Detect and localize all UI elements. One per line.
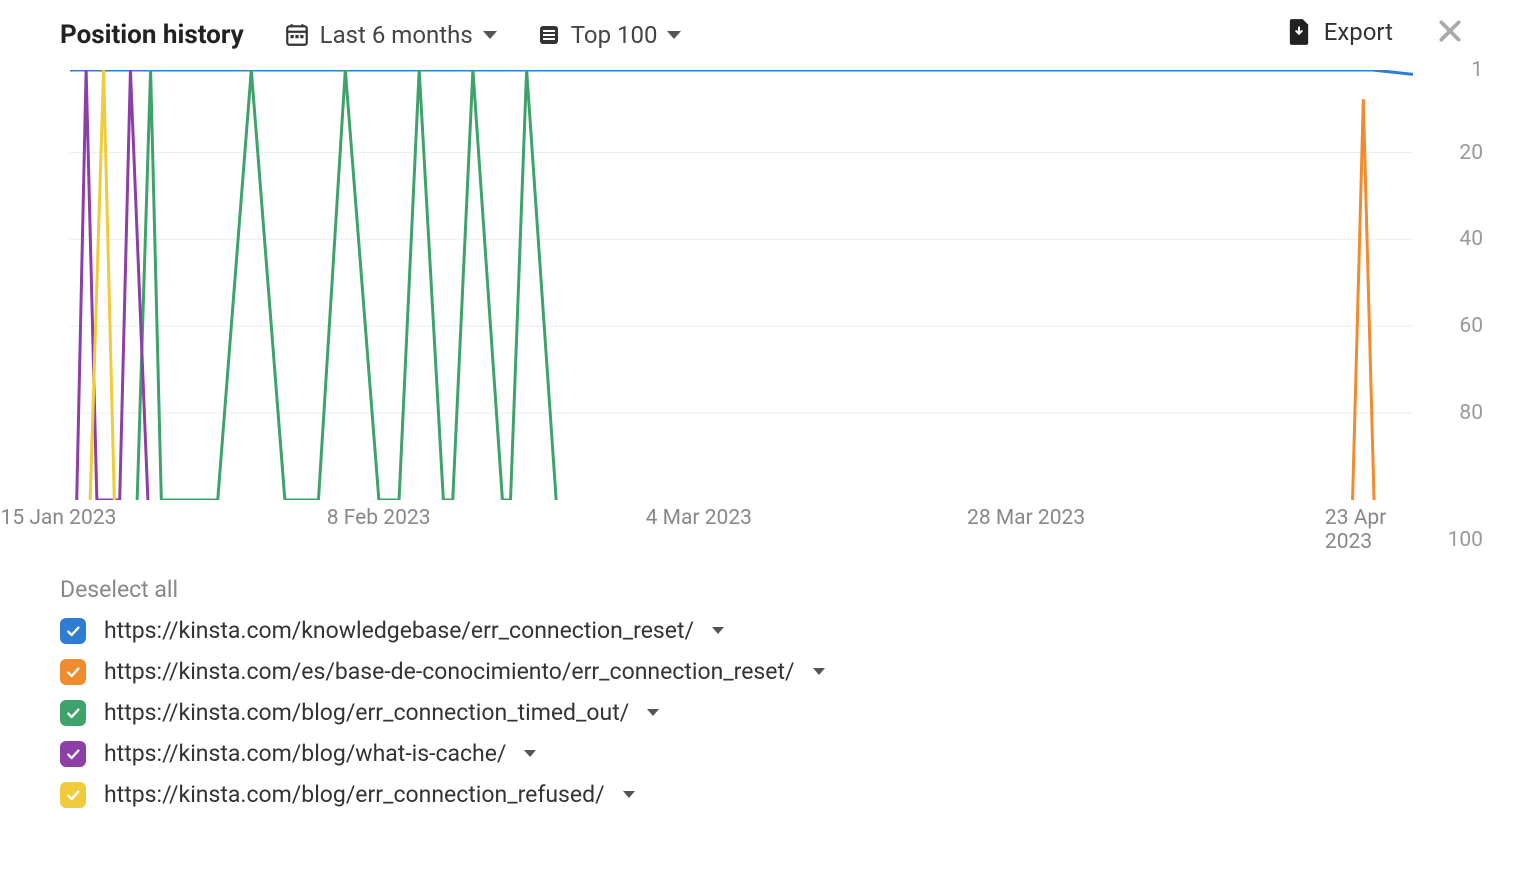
top-filter-label: Top 100 xyxy=(571,21,658,49)
y-axis-tick-100: 100 xyxy=(1448,528,1483,552)
list-icon xyxy=(537,23,561,47)
x-axis-tick: 15 Jan 2023 xyxy=(1,506,117,530)
date-range-label: Last 6 months xyxy=(320,21,473,49)
legend-checkbox[interactable] xyxy=(60,618,86,644)
download-file-icon xyxy=(1288,19,1310,45)
chevron-down-icon[interactable] xyxy=(623,791,635,798)
close-button[interactable] xyxy=(1437,18,1463,48)
legend-checkbox[interactable] xyxy=(60,782,86,808)
x-axis-labels: 15 Jan 20238 Feb 20234 Mar 202328 Mar 20… xyxy=(30,506,1453,536)
deselect-all-button[interactable]: Deselect all xyxy=(60,576,1513,603)
legend-item: https://kinsta.com/knowledgebase/err_con… xyxy=(60,617,1513,644)
legend-checkbox[interactable] xyxy=(60,700,86,726)
legend-item: https://kinsta.com/blog/err_connection_t… xyxy=(60,699,1513,726)
x-axis-tick: 4 Mar 2023 xyxy=(646,506,752,530)
x-axis-tick: 28 Mar 2023 xyxy=(967,506,1085,530)
legend-url: https://kinsta.com/knowledgebase/err_con… xyxy=(104,617,694,644)
legend-item: https://kinsta.com/blog/err_connection_r… xyxy=(60,781,1513,808)
legend-url: https://kinsta.com/blog/err_connection_r… xyxy=(104,781,605,808)
chart-legend: Deselect all https://kinsta.com/knowledg… xyxy=(60,576,1513,808)
chevron-down-icon[interactable] xyxy=(813,668,825,675)
export-label: Export xyxy=(1324,18,1393,46)
y-axis-tick: 60 xyxy=(1459,314,1483,338)
legend-url: https://kinsta.com/es/base-de-conocimien… xyxy=(104,658,795,685)
top-filter[interactable]: Top 100 xyxy=(537,21,682,49)
header-bar: Position history Last 6 months Top 100 xyxy=(0,0,1513,60)
export-button[interactable]: Export xyxy=(1288,18,1393,46)
close-icon xyxy=(1437,18,1463,44)
y-axis-tick: 20 xyxy=(1459,141,1483,165)
x-axis-tick: 8 Feb 2023 xyxy=(327,506,431,530)
chevron-down-icon[interactable] xyxy=(647,709,659,716)
date-range-filter[interactable]: Last 6 months xyxy=(284,21,497,49)
legend-checkbox[interactable] xyxy=(60,741,86,767)
chevron-down-icon xyxy=(483,31,497,39)
y-axis-labels: 120406080 xyxy=(1423,70,1483,500)
position-history-chart xyxy=(70,70,1413,500)
legend-url: https://kinsta.com/blog/what-is-cache/ xyxy=(104,740,506,767)
x-axis-tick: 23 Apr 2023 xyxy=(1325,506,1410,554)
chevron-down-icon[interactable] xyxy=(524,750,536,757)
y-axis-tick: 1 xyxy=(1471,58,1483,82)
chevron-down-icon xyxy=(667,31,681,39)
legend-item: https://kinsta.com/es/base-de-conocimien… xyxy=(60,658,1513,685)
calendar-icon xyxy=(284,22,310,48)
legend-item: https://kinsta.com/blog/what-is-cache/ xyxy=(60,740,1513,767)
y-axis-tick: 40 xyxy=(1459,227,1483,251)
y-axis-tick: 80 xyxy=(1459,401,1483,425)
legend-checkbox[interactable] xyxy=(60,659,86,685)
chart-area: 120406080 xyxy=(70,70,1413,500)
chevron-down-icon[interactable] xyxy=(712,627,724,634)
legend-url: https://kinsta.com/blog/err_connection_t… xyxy=(104,699,629,726)
page-title: Position history xyxy=(60,20,244,50)
